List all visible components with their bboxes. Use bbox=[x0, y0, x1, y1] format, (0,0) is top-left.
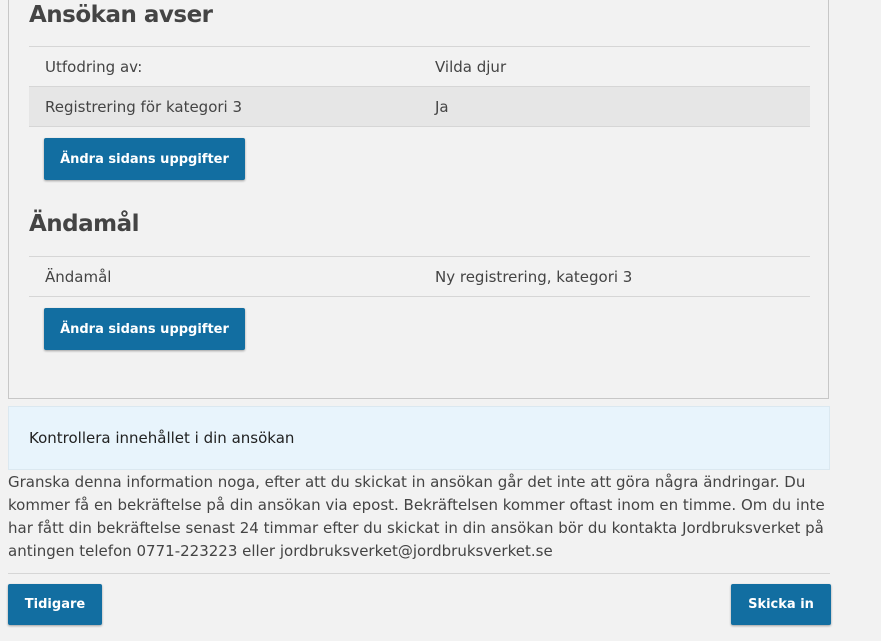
table-row: Utfodring av: Vilda djur bbox=[29, 47, 810, 87]
row-value: Ja bbox=[435, 97, 449, 116]
table-row: Registrering för kategori 3 Ja bbox=[29, 87, 810, 127]
section-title-ansokan-avser: Ansökan avser bbox=[29, 2, 213, 28]
edit-ansokan-avser-button[interactable]: Ändra sidans uppgifter bbox=[44, 138, 245, 180]
row-value: Vilda djur bbox=[435, 57, 507, 76]
summary-table-andamal: Ändamål Ny registrering, kategori 3 bbox=[29, 256, 810, 297]
edit-andamal-button[interactable]: Ändra sidans uppgifter bbox=[44, 308, 245, 350]
row-label: Ändamål bbox=[45, 267, 112, 286]
summary-table-ansokan-avser: Utfodring av: Vilda djur Registrering fö… bbox=[29, 46, 810, 127]
notice-text: Granska denna information noga, efter at… bbox=[8, 473, 825, 560]
row-value: Ny registrering, kategori 3 bbox=[435, 267, 633, 286]
row-label: Registrering för kategori 3 bbox=[45, 97, 243, 116]
divider bbox=[8, 573, 830, 574]
section-title-andamal: Ändamål bbox=[29, 211, 140, 237]
previous-button[interactable]: Tidigare bbox=[8, 584, 102, 625]
submit-button[interactable]: Skicka in bbox=[731, 584, 831, 625]
row-label: Utfodring av: bbox=[45, 57, 143, 76]
info-box: Kontrollera innehållet i din ansökan bbox=[8, 406, 830, 470]
info-box-text: Kontrollera innehållet i din ansökan bbox=[29, 429, 295, 447]
table-row: Ändamål Ny registrering, kategori 3 bbox=[29, 257, 810, 297]
summary-card: Ansökan avser Utfodring av: Vilda djur R… bbox=[8, 0, 829, 399]
